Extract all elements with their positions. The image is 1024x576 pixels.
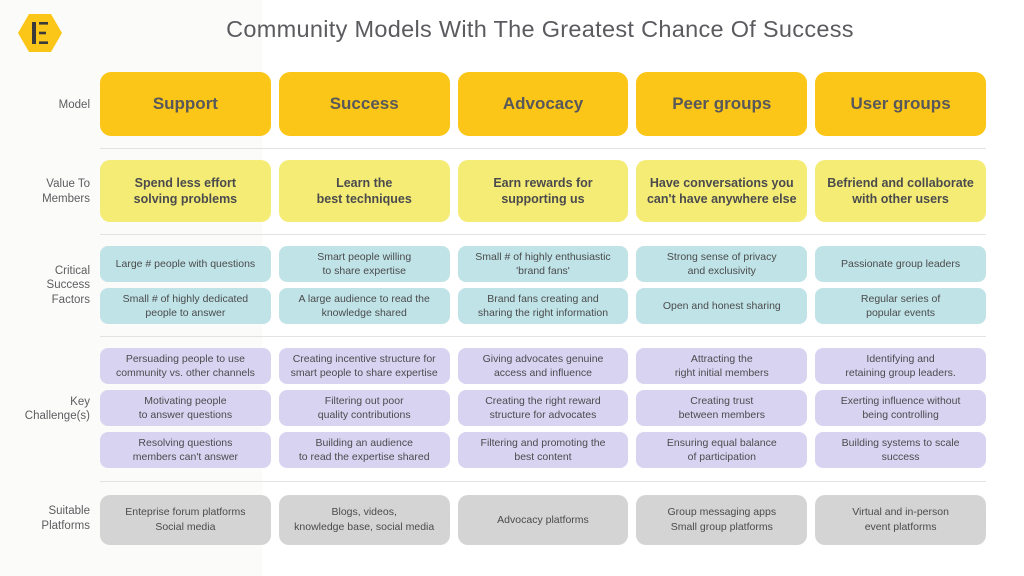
matrix-cell[interactable]: Earn rewards for supporting us [457, 160, 629, 222]
cells-model: Support Success Advocacy Peer groups User gr… [100, 62, 1024, 148]
cell-row: Enteprise forum platforms Social media Bl… [100, 495, 986, 545]
matrix-cell[interactable]: Small # of highly enthusiastic 'brand fa… [457, 246, 629, 282]
matrix-cell[interactable]: Creating trust between members [636, 390, 808, 426]
cell-row: Spend less effort solving problems Learn … [100, 160, 986, 222]
matrix-cell[interactable]: Group messaging apps Small group platfor… [636, 495, 808, 545]
row-group-model: Model Support Success Advocacy Peer groups Us… [0, 62, 1024, 148]
column-header-cell[interactable]: Support [100, 72, 271, 136]
slide-header: Community Models With The Greatest Chanc… [0, 0, 1024, 62]
matrix-cell[interactable]: Motivating people to answer questions [100, 390, 271, 426]
cell-row: Motivating people to answer questions Fil… [100, 390, 986, 426]
matrix-cell[interactable]: Spend less effort solving problems [100, 160, 271, 222]
page-title: Community Models With The Greatest Chanc… [226, 16, 854, 42]
row-label-key: Key Challenge(s) [24, 395, 90, 423]
slide-canvas: Community Models With The Greatest Chanc… [0, 0, 1024, 576]
row-group-value: Value To Members Spend less effort solvin… [0, 149, 1024, 234]
matrix-cell[interactable]: Virtual and in-person event platforms [815, 495, 986, 545]
matrix-cell[interactable]: Ensuring equal balance of participation [636, 432, 808, 468]
matrix-cell[interactable]: Learn the best techniques [278, 160, 450, 222]
matrix-cell[interactable]: Blogs, videos, knowledge base, social me… [278, 495, 450, 545]
cell-row: Large # people with questions Smart peopl… [100, 246, 986, 282]
cells-key: Persuading people to use community vs. o… [100, 337, 1024, 481]
matrix-cell[interactable]: Resolving questions members can't answer [100, 432, 271, 468]
matrix-cell[interactable]: Attracting the right initial members [636, 348, 808, 384]
matrix-cell[interactable]: Building systems to scale success [815, 432, 986, 468]
matrix-cell[interactable]: Building an audience to read the experti… [278, 432, 450, 468]
row-label-value: Value To Members [42, 178, 90, 205]
cell-row: Persuading people to use community vs. o… [100, 348, 986, 384]
matrix-cell[interactable]: Advocacy platforms [457, 495, 629, 545]
cells-critical: Large # people with questions Smart peopl… [100, 235, 1024, 336]
matrix-cell[interactable]: Exerting influence without being control… [815, 390, 986, 426]
matrix-cell[interactable]: Have conversations you can't have anywhe… [636, 160, 808, 222]
matrix-cell[interactable]: Small # of highly dedicated people to an… [100, 288, 271, 324]
matrix-cell[interactable]: Identifying and retaining group leaders. [815, 348, 986, 384]
row-label-platforms: Suitable Platforms [41, 505, 90, 532]
cells-value: Spend less effort solving problems Learn … [100, 149, 1024, 234]
matrix-cell[interactable]: Giving advocates genuine access and infl… [457, 348, 629, 384]
row-group-platforms: Suitable Platforms Enteprise forum platfo… [0, 482, 1024, 555]
column-header-cell[interactable]: Advocacy [457, 72, 629, 136]
column-header-cell[interactable]: User groups [815, 72, 986, 136]
matrix-cell[interactable]: Filtering and promoting the best content [457, 432, 629, 468]
matrix-cell[interactable]: Persuading people to use community vs. o… [100, 348, 271, 384]
row-group-key: Key Challenge(s) Persuading people to use… [0, 337, 1024, 481]
row-label-critical: Critical Success Factors [46, 264, 90, 306]
matrix-cell[interactable]: Large # people with questions [100, 246, 271, 282]
matrix-cell[interactable]: Filtering out poor quality contributions [278, 390, 450, 426]
matrix-cell[interactable]: Open and honest sharing [636, 288, 808, 324]
cells-platforms: Enteprise forum platforms Social media Bl… [100, 482, 1024, 555]
matrix-cell[interactable]: Creating the right reward structure for … [457, 390, 629, 426]
matrix-cell[interactable]: Brand fans creating and sharing the righ… [457, 288, 629, 324]
hexagon-e-logo-icon [18, 12, 62, 54]
matrix-grid: Model Support Success Advocacy Peer groups Us… [0, 62, 1024, 555]
matrix-cell[interactable]: Strong sense of privacy and exclusivity [636, 246, 808, 282]
matrix-cell[interactable]: A large audience to read the knowledge s… [278, 288, 450, 324]
cell-row: Support Success Advocacy Peer groups User gr… [100, 72, 986, 136]
cell-row: Resolving questions members can't answer… [100, 432, 986, 468]
matrix-cell[interactable]: Enteprise forum platforms Social media [100, 495, 271, 545]
matrix-cell[interactable]: Passionate group leaders [815, 246, 986, 282]
matrix-cell[interactable]: Regular series of popular events [815, 288, 986, 324]
matrix-cell[interactable]: Smart people willing to share expertise [278, 246, 450, 282]
row-label-model: Model [58, 98, 90, 111]
matrix-cell[interactable]: Creating incentive structure for smart p… [278, 348, 450, 384]
row-group-critical: Critical Success Factors Large # people w… [0, 235, 1024, 336]
column-header-cell[interactable]: Success [278, 72, 450, 136]
matrix-cell[interactable]: Befriend and collaborate with other user… [815, 160, 986, 222]
column-header-cell[interactable]: Peer groups [636, 72, 808, 136]
cell-row: Small # of highly dedicated people to an… [100, 288, 986, 324]
